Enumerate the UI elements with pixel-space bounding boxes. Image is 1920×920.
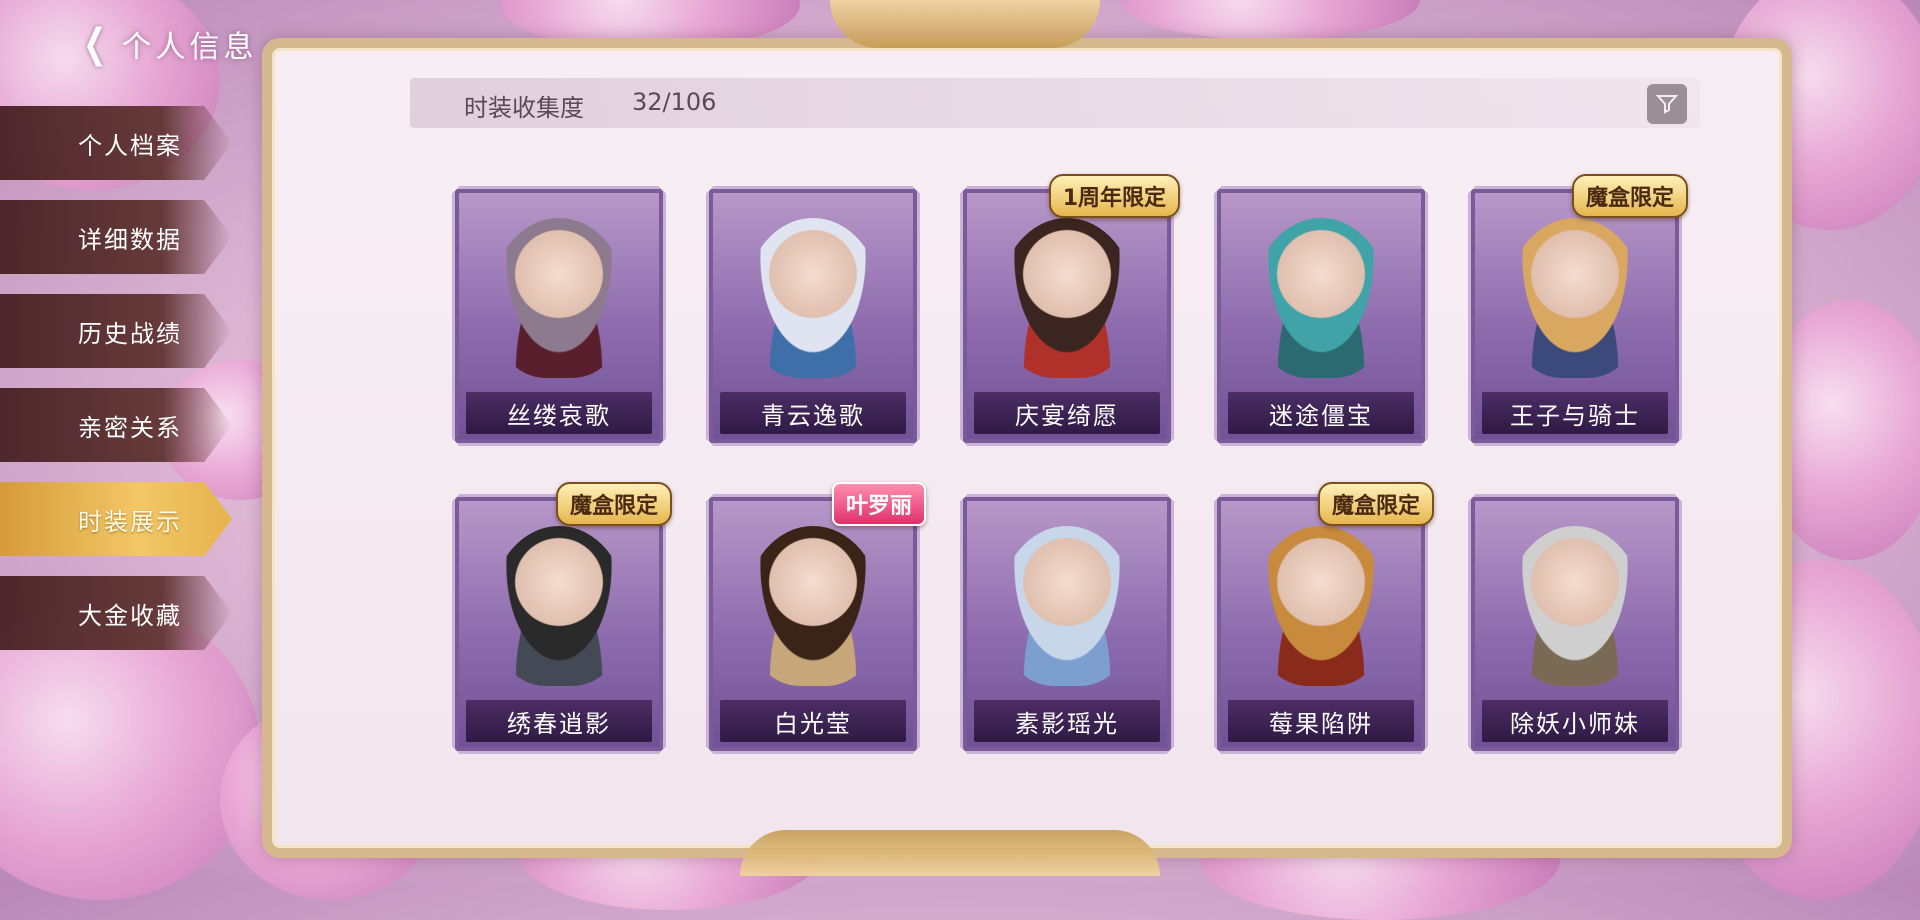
costume-card[interactable]: 庆宴绮愿 1周年限定: [960, 174, 1180, 446]
costume-portrait: [492, 218, 626, 378]
costume-card[interactable]: 迷途僵宝: [1214, 186, 1428, 446]
costume-name: 丝缕哀歌: [507, 401, 611, 430]
costume-card[interactable]: 素影瑶光: [960, 494, 1174, 754]
costume-portrait: [492, 526, 626, 686]
costume-portrait: [1000, 218, 1134, 378]
costume-card[interactable]: 青云逸歌: [706, 186, 920, 446]
costume-name: 绣春逍影: [507, 709, 611, 738]
sidebar-item-label: 详细数据: [78, 225, 182, 254]
collection-count: 32/106: [632, 88, 717, 116]
costume-portrait: [1000, 526, 1134, 686]
costume-card[interactable]: 丝缕哀歌: [452, 186, 666, 446]
collection-bar: [410, 78, 1700, 128]
collection-label: 时装收集度: [464, 94, 584, 122]
costume-card[interactable]: 莓果陷阱 魔盒限定: [1214, 482, 1434, 754]
sidebar-item-label: 亲密关系: [78, 413, 182, 442]
sidebar-item-profile[interactable]: 个人档案: [0, 106, 232, 180]
limited-badge: 魔盒限定: [1571, 174, 1688, 218]
costume-card[interactable]: 王子与骑士 魔盒限定: [1468, 174, 1688, 446]
collab-badge: 叶罗丽: [831, 482, 926, 526]
limited-badge: 魔盒限定: [555, 482, 672, 526]
sidebar-item-label: 个人档案: [78, 131, 182, 160]
back-button[interactable]: ❮ 个人信息: [78, 22, 258, 66]
sidebar-item-costume-showcase[interactable]: 时装展示: [0, 482, 232, 556]
costume-card[interactable]: 白光莹 叶罗丽: [706, 482, 926, 754]
costume-name: 素影瑶光: [1015, 709, 1119, 738]
costume-portrait: [1254, 526, 1388, 686]
costume-name: 白光莹: [774, 709, 852, 738]
sidebar-item-detailed-data[interactable]: 详细数据: [0, 200, 232, 274]
costume-portrait: [746, 526, 880, 686]
costume-name: 莓果陷阱: [1269, 709, 1373, 738]
sidebar-item-label: 大金收藏: [78, 601, 182, 630]
sidebar-item-gold-collection[interactable]: 大金收藏: [0, 576, 232, 650]
costume-name: 青云逸歌: [761, 401, 865, 430]
sidebar-item-match-history[interactable]: 历史战绩: [0, 294, 232, 368]
costume-portrait: [1508, 526, 1642, 686]
costume-name: 迷途僵宝: [1269, 401, 1373, 430]
back-chevron-icon: ❮: [83, 21, 107, 67]
sidebar-item-relationships[interactable]: 亲密关系: [0, 388, 232, 462]
page-title: 个人信息: [121, 30, 258, 65]
costume-name: 除妖小师妹: [1510, 709, 1640, 738]
limited-badge: 1周年限定: [1048, 174, 1180, 218]
costume-card[interactable]: 除妖小师妹: [1468, 494, 1682, 754]
sidebar: 个人档案 详细数据 历史战绩 亲密关系 时装展示 大金收藏: [0, 106, 240, 670]
costume-name: 王子与骑士: [1510, 401, 1640, 430]
filter-button[interactable]: [1647, 84, 1687, 124]
sidebar-item-label: 时装展示: [78, 507, 182, 536]
filter-icon: [1655, 95, 1679, 114]
frame-ornament-top: [830, 0, 1100, 48]
costume-portrait: [1254, 218, 1388, 378]
costume-portrait: [746, 218, 880, 378]
costume-card[interactable]: 绣春逍影 魔盒限定: [452, 482, 672, 754]
costume-name: 庆宴绮愿: [1015, 401, 1119, 430]
costume-portrait: [1508, 218, 1642, 378]
frame-ornament-bottom: [740, 830, 1160, 876]
limited-badge: 魔盒限定: [1317, 482, 1434, 526]
sidebar-item-label: 历史战绩: [78, 319, 182, 348]
